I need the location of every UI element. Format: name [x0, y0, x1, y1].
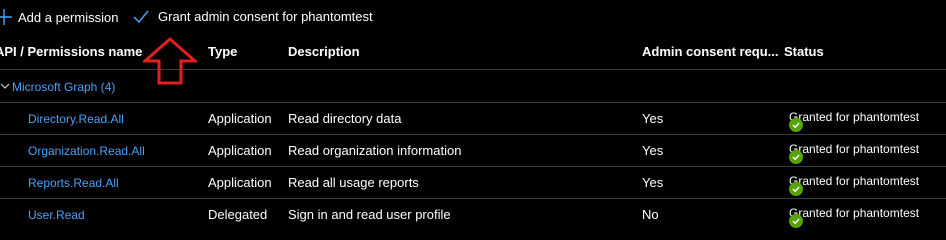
- group-row-microsoft-graph[interactable]: Microsoft Graph (4): [0, 70, 946, 103]
- add-permission-label: Add a permission: [18, 9, 119, 25]
- success-check-icon: [789, 118, 803, 132]
- success-check-icon: [789, 182, 803, 196]
- header-type[interactable]: Type: [208, 44, 237, 59]
- grant-admin-consent-button[interactable]: Grant admin consent for phantomtest: [133, 9, 373, 24]
- permission-description: Sign in and read user profile: [288, 207, 451, 222]
- permission-description: Read directory data: [288, 111, 402, 126]
- admin-consent-required: No: [642, 207, 659, 222]
- admin-consent-required: Yes: [642, 175, 664, 190]
- group-label[interactable]: Microsoft Graph (4): [12, 80, 115, 94]
- up-arrow-annotation: [143, 37, 197, 85]
- permissions-table: API / Permissions name Type Description …: [0, 34, 946, 230]
- admin-consent-required: Yes: [642, 111, 664, 126]
- header-status[interactable]: Status: [784, 44, 824, 59]
- status-cell: Granted for phantomtest: [789, 206, 920, 228]
- status-text: Granted for phantomtest: [789, 206, 920, 220]
- table-row: User.Read Delegated Sign in and read use…: [0, 199, 946, 230]
- status-cell: Granted for phantomtest: [789, 142, 920, 164]
- table-row: Reports.Read.All Application Read all us…: [0, 167, 946, 199]
- permission-link[interactable]: Organization.Read.All: [28, 144, 145, 158]
- table-header: API / Permissions name Type Description …: [0, 34, 946, 70]
- add-permission-button[interactable]: Add a permission: [0, 9, 118, 25]
- permission-type: Application: [208, 175, 272, 190]
- permission-description: Read organization information: [288, 143, 462, 158]
- checkmark-icon: [133, 10, 149, 24]
- table-row: Directory.Read.All Application Read dire…: [0, 103, 946, 135]
- plus-icon: [0, 9, 12, 25]
- permission-link[interactable]: Reports.Read.All: [28, 176, 119, 190]
- table-row: Organization.Read.All Application Read o…: [0, 135, 946, 167]
- status-text: Granted for phantomtest: [789, 142, 920, 156]
- status-cell: Granted for phantomtest: [789, 110, 920, 132]
- success-check-icon: [789, 214, 803, 228]
- permission-link[interactable]: Directory.Read.All: [28, 112, 124, 126]
- status-cell: Granted for phantomtest: [789, 174, 920, 196]
- status-text: Granted for phantomtest: [789, 110, 920, 124]
- permission-description: Read all usage reports: [288, 175, 419, 190]
- permission-link[interactable]: User.Read: [28, 208, 85, 222]
- header-admin-consent[interactable]: Admin consent requ...: [642, 44, 779, 59]
- command-bar: Add a permission Grant admin consent for…: [0, 0, 946, 34]
- permission-type: Delegated: [208, 207, 268, 222]
- header-description[interactable]: Description: [288, 44, 360, 59]
- header-api-permissions-name[interactable]: API / Permissions name: [0, 44, 142, 59]
- permission-type: Application: [208, 111, 272, 126]
- admin-consent-required: Yes: [642, 143, 664, 158]
- chevron-down-icon[interactable]: [0, 80, 10, 90]
- grant-admin-consent-label: Grant admin consent for phantomtest: [158, 9, 373, 24]
- status-text: Granted for phantomtest: [789, 174, 920, 188]
- success-check-icon: [789, 150, 803, 164]
- permission-type: Application: [208, 143, 272, 158]
